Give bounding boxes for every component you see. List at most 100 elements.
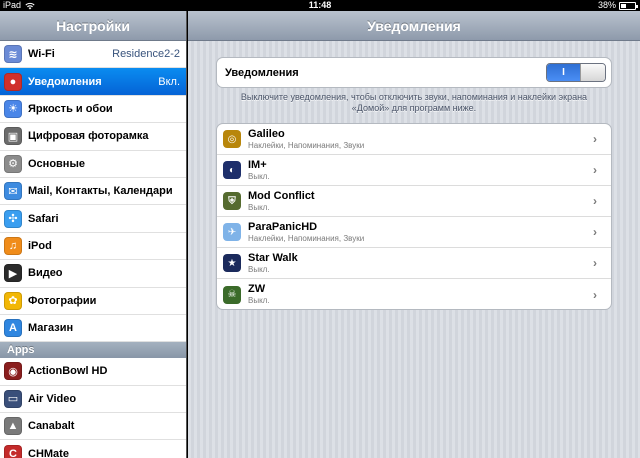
sidebar-app-item[interactable]: ▲ Canabalt [0, 413, 186, 441]
app-notification-types: Выкл. [248, 171, 270, 181]
notifications-toggle-row: Уведомления I [217, 58, 611, 87]
picture-frame-icon: ▣ [4, 127, 22, 146]
sidebar-item-value: Вкл. [158, 75, 180, 88]
sidebar-item-label: Уведомления [28, 75, 102, 88]
switch-on-side: I [547, 64, 580, 81]
app-notification-row[interactable]: ☠ ZW Выкл. › [217, 279, 611, 309]
battery-percent: 38% [597, 0, 616, 10]
sidebar-item[interactable]: ☀ Яркость и обои [0, 95, 186, 124]
app-notification-row[interactable]: ✈ ParaPanicHD Наклейки, Напоминания, Звуки… [217, 217, 611, 248]
app-text: Star Walk Выкл. [248, 252, 593, 275]
app-name: Mod Conflict [248, 189, 315, 202]
sidebar-list: ≋ Wi-Fi Residence2-2 ● Уведомления Вкл. ☀ Яркос… [0, 41, 186, 343]
sidebar-item-label: Wi-Fi [28, 48, 55, 61]
notifications-toggle-group: Уведомления I [216, 57, 612, 88]
sidebar-item[interactable]: ▣ Цифровая фоторамка [0, 123, 186, 151]
mod-conflict-icon: ⛨ [223, 192, 241, 210]
zw-icon: ☠ [223, 285, 241, 304]
ipod-icon: ♫ [4, 236, 22, 255]
sidebar-item-label: Магазин [28, 322, 74, 335]
switch-knob[interactable] [580, 64, 605, 81]
app-notification-types: Наклейки, Напоминания, Звуки [248, 233, 365, 243]
app-text: Galileo Наклейки, Напоминания, Звуки [248, 128, 593, 151]
app-name: ParaPanicHD [248, 220, 318, 233]
clock: 11:48 [308, 0, 332, 10]
app-text: ParaPanicHD Наклейки, Напоминания, Звуки [248, 221, 593, 244]
sidebar-item[interactable]: ✣ Safari [0, 205, 186, 233]
sidebar-item[interactable]: ● Уведомления Вкл. [0, 68, 186, 96]
notifications-pane: Уведомления Уведомления I Выключите увед… [188, 11, 640, 458]
app-text: ZW Выкл. [248, 283, 593, 306]
app-notification-row[interactable]: ◐ IM+ Выкл. › [217, 155, 611, 186]
air-video-icon: ▭ [4, 389, 22, 408]
page-title: Уведомления [188, 11, 640, 41]
status-bar: iPad 11:48 38% [0, 0, 640, 11]
chmate-icon: C [4, 444, 22, 458]
app-name: IM+ [248, 158, 267, 171]
store-icon: A [4, 319, 22, 338]
sidebar-app-item[interactable]: C CHMate [0, 440, 186, 458]
sidebar-title: Настройки [0, 11, 186, 41]
sidebar-app-label: CHMate [28, 447, 69, 458]
app-notification-types: Выкл. [248, 202, 270, 212]
app-notification-row[interactable]: ◎ Galileo Наклейки, Напоминания, Звуки › [217, 124, 611, 155]
app-name: Galileo [248, 127, 285, 140]
sidebar-item-label: Видео [28, 267, 63, 280]
actionbowl-icon: ◉ [4, 362, 22, 381]
sidebar-item[interactable]: ✉ Mail, Контакты, Календари [0, 177, 186, 206]
sidebar-item-label: Основные [28, 157, 85, 170]
notifications-switch[interactable]: I [546, 63, 606, 82]
battery-icon [619, 2, 638, 10]
notifications-description: Выключите уведомления, чтобы отключить з… [240, 92, 588, 113]
parapanic-icon: ✈ [223, 223, 241, 241]
sidebar-item[interactable]: A Магазин [0, 314, 186, 343]
app-notification-row[interactable]: ★ Star Walk Выкл. › [217, 248, 611, 279]
app-text: IM+ Выкл. [248, 159, 593, 182]
sidebar-item-label: Safari [28, 212, 59, 225]
sidebar-item[interactable]: ≋ Wi-Fi Residence2-2 [0, 41, 186, 69]
sidebar-item[interactable]: ▶ Видео [0, 260, 186, 288]
app-notification-types: Наклейки, Напоминания, Звуки [248, 140, 365, 150]
sidebar-item-label: Фотографии [28, 294, 97, 307]
sidebar-app-label: ActionBowl HD [28, 365, 108, 378]
photos-icon: ✿ [4, 291, 22, 310]
chevron-right-icon: › [593, 194, 597, 208]
sidebar-item-value: Residence2-2 [112, 48, 180, 61]
settings-sidebar: Настройки ≋ Wi-Fi Residence2-2 ● Уведомления… [0, 11, 187, 458]
brightness-icon: ☀ [4, 99, 22, 118]
chevron-right-icon: › [593, 225, 597, 239]
sidebar-app-label: Air Video [28, 392, 77, 405]
notifications-icon: ● [4, 72, 22, 91]
star-walk-icon: ★ [223, 254, 241, 272]
notifications-toggle-label: Уведомления [225, 66, 299, 79]
chevron-right-icon: › [593, 132, 597, 146]
sidebar-item-label: Mail, Контакты, Календари [28, 185, 173, 198]
chevron-right-icon: › [593, 287, 597, 302]
mail-icon: ✉ [4, 182, 22, 201]
sidebar-app-item[interactable]: ▭ Air Video [0, 385, 186, 414]
sidebar-apps-list: ◉ ActionBowl HD ▭ Air Video ▲ Canabalt C CHMate [0, 358, 186, 458]
galileo-icon: ◎ [223, 130, 241, 148]
sidebar-item-label: Цифровая фоторамка [28, 130, 149, 143]
sidebar-item-label: Яркость и обои [28, 102, 113, 115]
app-notification-types: Выкл. [248, 296, 270, 305]
wifi-icon: ≋ [4, 45, 22, 64]
app-text: Mod Conflict Выкл. [248, 190, 593, 213]
sidebar-item[interactable]: ♫ iPod [0, 232, 186, 261]
video-icon: ▶ [4, 264, 22, 283]
battery-level-fill [621, 4, 626, 8]
sidebar-item[interactable]: ⚙ Основные [0, 150, 186, 178]
chevron-right-icon: › [593, 256, 597, 270]
chevron-right-icon: › [593, 163, 597, 177]
app-name: Star Walk [248, 251, 298, 264]
sidebar-app-item[interactable]: ◉ ActionBowl HD [0, 358, 186, 386]
app-name: ZW [248, 283, 266, 295]
sidebar-section-apps: Apps [0, 342, 186, 359]
app-notification-types: Выкл. [248, 264, 270, 274]
safari-icon: ✣ [4, 209, 22, 228]
sidebar-item[interactable]: ✿ Фотографии [0, 287, 186, 315]
app-notification-row[interactable]: ⛨ Mod Conflict Выкл. › [217, 186, 611, 217]
sidebar-item-label: iPod [28, 239, 52, 252]
gear-icon: ⚙ [4, 154, 22, 173]
im-plus-icon: ◐ [223, 161, 241, 179]
